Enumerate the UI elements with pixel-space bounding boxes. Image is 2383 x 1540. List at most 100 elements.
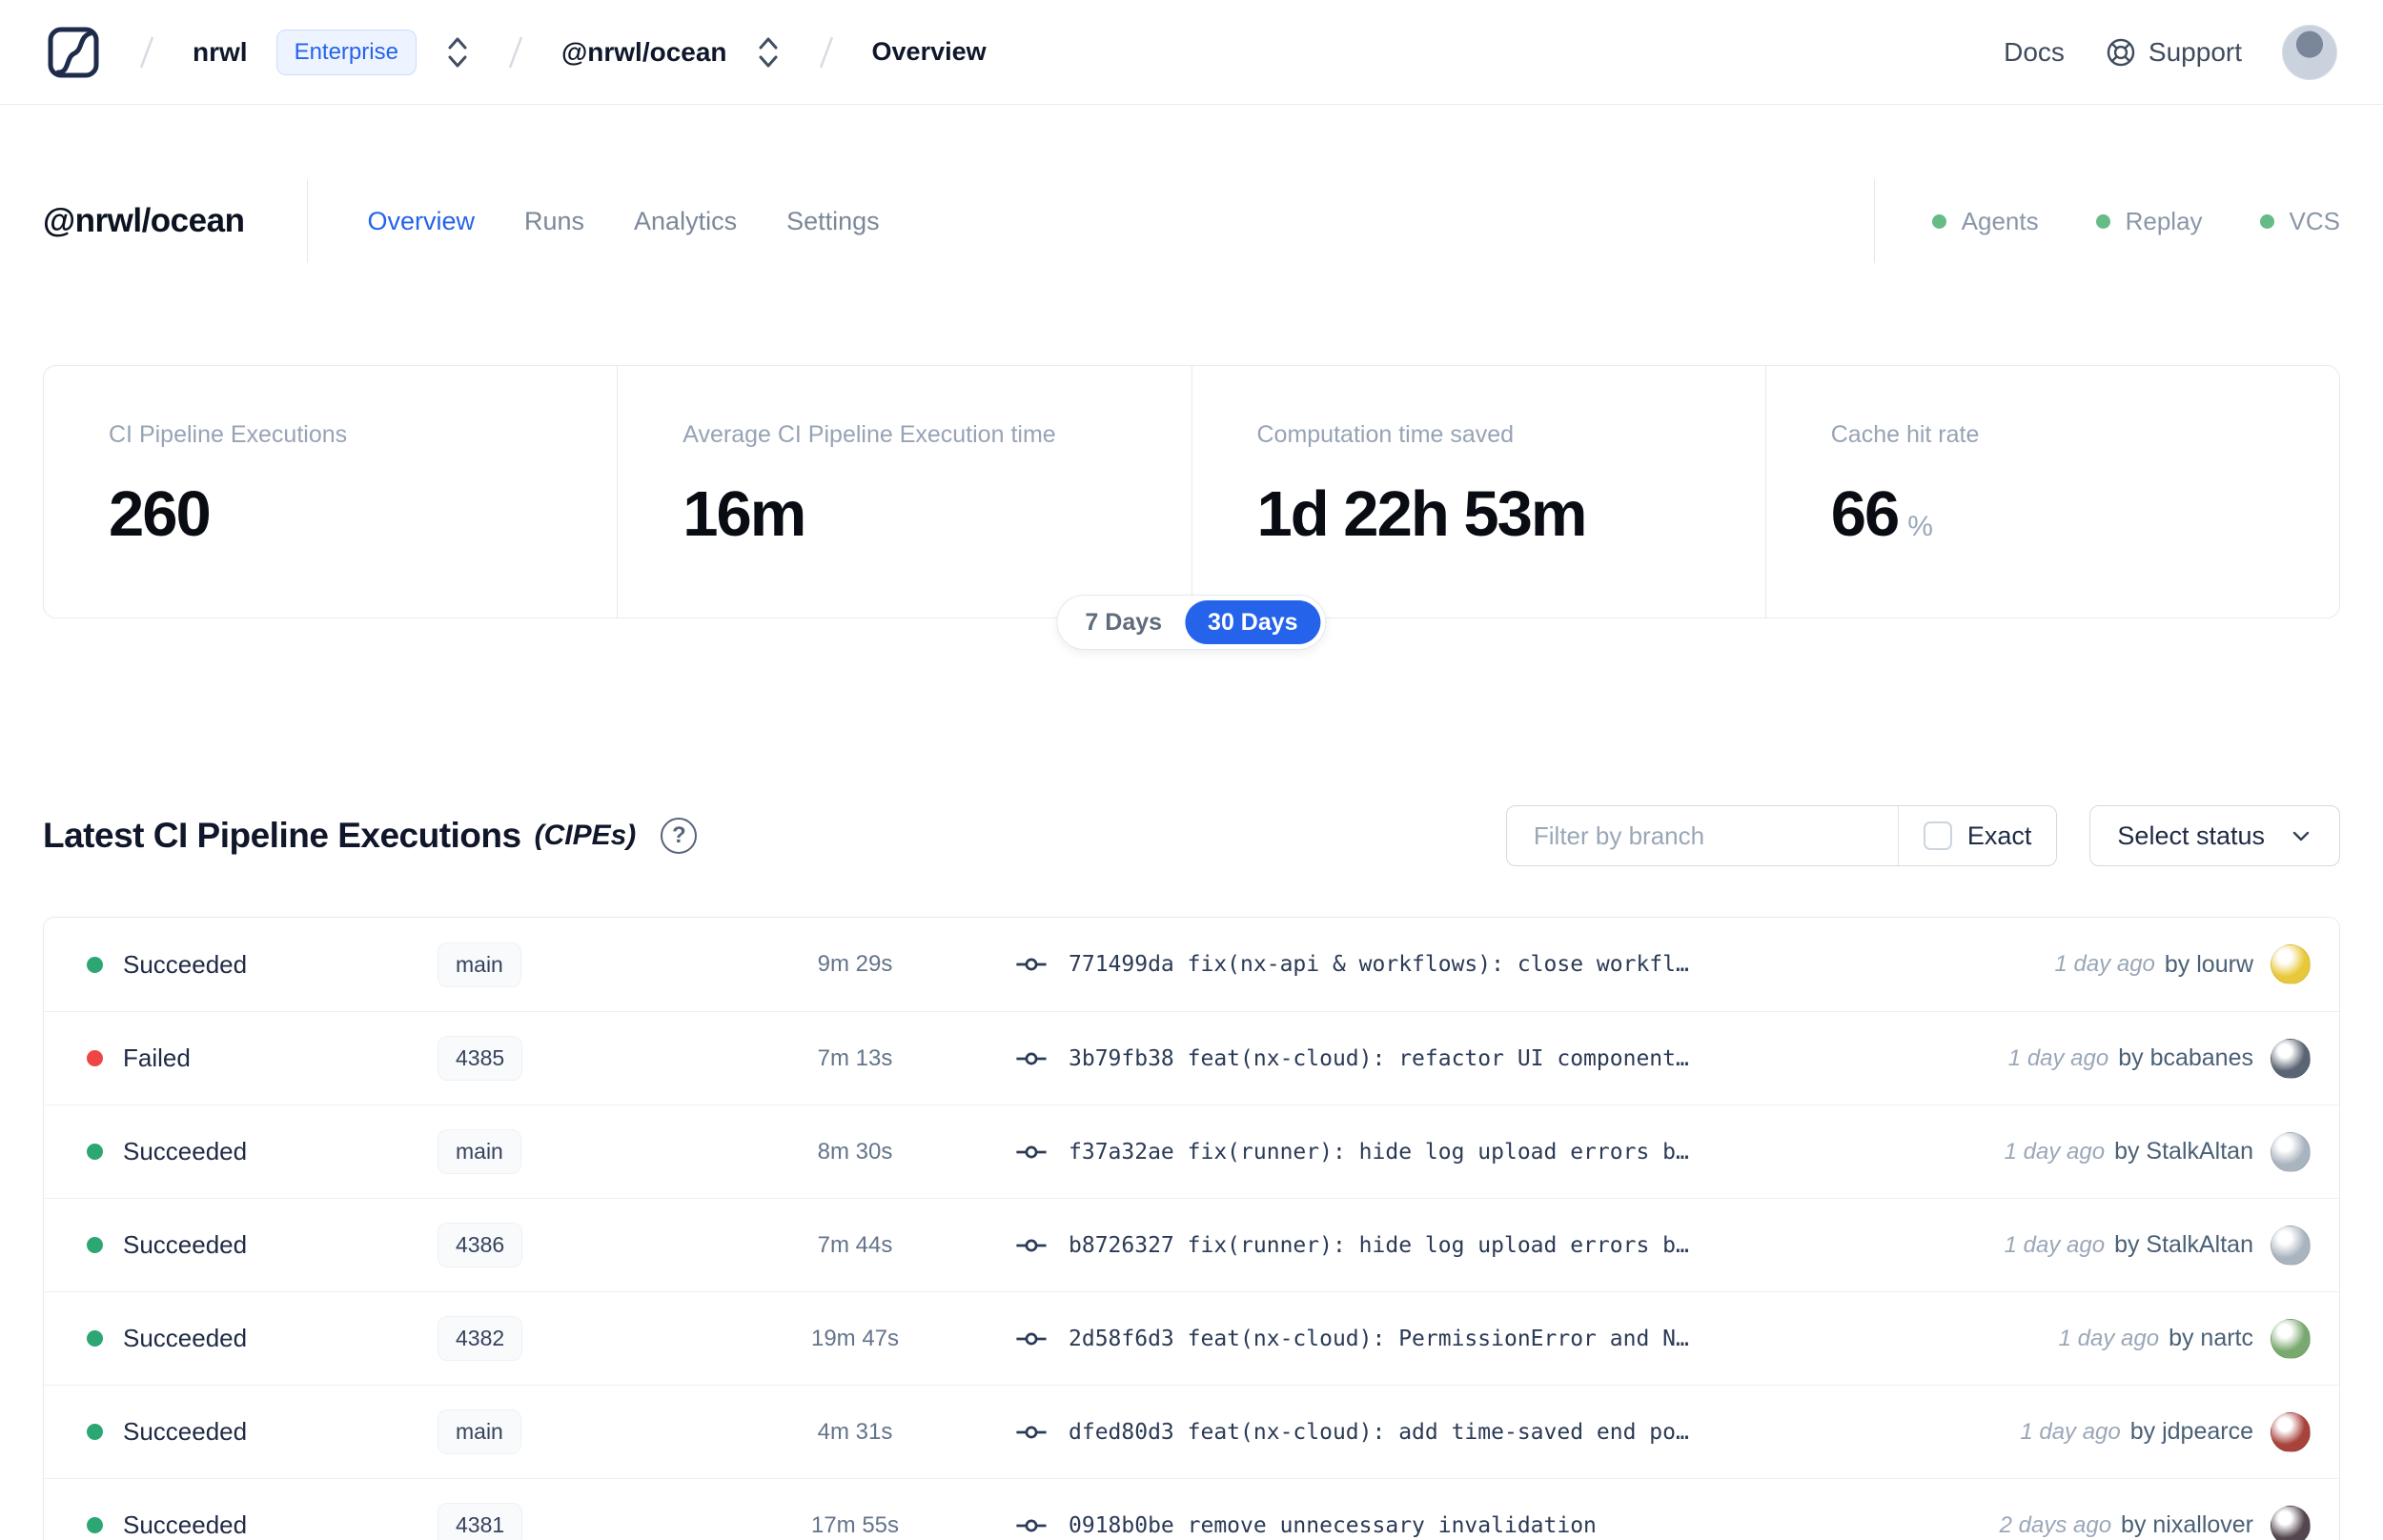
service-replay[interactable]: Replay [2095,207,2203,236]
stat-card-cache-hit-rate: Cache hit rate 66% [1764,366,2339,618]
commit-text: dfed80d3 feat(nx-cloud): add time-saved … [1069,1420,2001,1445]
range-option-7-days[interactable]: 7 Days [1062,600,1185,644]
stat-value: 66% [1830,478,1933,550]
commit-text: 3b79fb38 feat(nx-cloud): refactor UI com… [1069,1046,1989,1071]
branch-badge[interactable]: 4386 [438,1223,523,1267]
row-meta: 1 day ago by lourw [2054,951,2253,979]
branch-badge[interactable]: 4385 [438,1036,523,1081]
status-dot-icon [87,1237,103,1253]
branch-filter-input[interactable] [1506,806,1898,865]
duration-label: 8m 30s [817,1138,893,1165]
breadcrumb-workspace[interactable]: @nrwl/ocean [561,37,727,68]
avatar[interactable] [2271,1038,2311,1079]
duration-label: 7m 44s [817,1231,893,1258]
tab-overview[interactable]: Overview [367,207,475,236]
commit-hash-link[interactable]: 3b79fb38 [1069,1046,1174,1071]
avatar[interactable] [2271,1411,2311,1452]
status-select-dropdown[interactable]: Select status [2089,805,2340,866]
range-option-30-days[interactable]: 30 Days [1185,600,1321,644]
branch-cell: main [438,942,723,987]
avatar[interactable] [2271,944,2311,984]
support-link[interactable]: Support [2105,36,2242,69]
docs-link[interactable]: Docs [2004,37,2065,68]
commit-text: 2d58f6d3 feat(nx-cloud): PermissionError… [1069,1327,2040,1351]
commit-hash-link[interactable]: b8726327 [1069,1233,1174,1258]
avatar[interactable] [2271,1131,2311,1172]
git-commit-icon [1016,1145,1047,1158]
tab-runs[interactable]: Runs [524,207,584,236]
commit-hash-link[interactable]: 0918b0be [1069,1513,1174,1538]
nx-logo-icon[interactable] [46,25,101,80]
author-label: by bcabanes [2118,1044,2253,1071]
duration-label: 19m 47s [810,1325,900,1351]
breadcrumb-slash-icon [139,36,154,68]
tab-settings[interactable]: Settings [786,207,880,236]
commit-text: 0918b0be remove unnecessary invalidation [1069,1513,1981,1538]
stat-label: Cache hit rate [1830,421,1980,448]
table-row[interactable]: Failed 4385 7m 13s 3b79fb38 feat(nx-clou… [44,1011,2339,1104]
service-label: Agents [1961,206,2039,235]
exact-toggle[interactable]: Exact [1899,806,2057,865]
date-range-toggle: 7 Days 30 Days [1056,595,1327,650]
workspace-header: @nrwl/ocean Overview Runs Analytics Sett… [43,177,2340,265]
stat-label: Computation time saved [1256,421,1515,448]
status-dot-icon [87,956,103,973]
help-icon[interactable]: ? [661,818,698,854]
status-label: Succeeded [123,1510,248,1539]
branch-badge[interactable]: main [438,942,521,987]
org-switcher-icon[interactable] [445,33,470,71]
avatar[interactable] [2271,1318,2311,1359]
page: nrwl Enterprise @nrwl/ocean Overview Doc… [0,0,2383,1540]
service-label: VCS [2289,206,2340,235]
enterprise-badge[interactable]: Enterprise [275,29,417,75]
user-avatar[interactable] [2282,24,2337,80]
duration-label: 17m 55s [810,1511,900,1538]
service-agents[interactable]: Agents [1931,206,2039,236]
row-meta: 1 day ago by StalkAltan [2005,1138,2253,1165]
cipe-table-body: Succeeded main 9m 29s 771499da fix(nx-ap… [44,918,2339,1540]
breadcrumb-slash-icon [508,36,523,68]
stat-value: 1d 22h 53m [1256,478,1588,550]
status-select-label: Select status [2117,821,2265,850]
tab-analytics[interactable]: Analytics [634,207,737,236]
git-commit-icon [1016,1519,1047,1531]
commit-hash-link[interactable]: f37a32ae [1069,1140,1174,1165]
exact-checkbox[interactable] [1923,821,1952,850]
avatar[interactable] [2271,1225,2311,1266]
author-label: by nartc [2169,1325,2253,1351]
table-row[interactable]: Succeeded main 8m 30s f37a32ae fix(runne… [44,1104,2339,1198]
commit-hash-link[interactable]: 2d58f6d3 [1069,1327,1174,1351]
row-meta: 1 day ago by jdpearce [2020,1418,2253,1446]
status-dot-icon [2259,213,2274,229]
stat-card-ci-pipeline-executions: CI Pipeline Executions 260 [44,366,617,618]
table-row[interactable]: Succeeded main 9m 29s 771499da fix(nx-ap… [44,918,2339,1011]
time-ago-label: 1 day ago [2058,1325,2160,1351]
git-commit-icon [1016,1052,1047,1064]
table-row[interactable]: Succeeded 4382 19m 47s 2d58f6d3 feat(nx-… [44,1291,2339,1385]
time-ago-label: 1 day ago [2020,1418,2121,1445]
branch-badge[interactable]: 4381 [438,1503,523,1540]
commit-hash-link[interactable]: 771499da [1069,952,1174,977]
table-row[interactable]: Succeeded 4386 7m 44s b8726327 fix(runne… [44,1198,2339,1291]
table-row[interactable]: Succeeded 4381 17m 55s 0918b0be remove u… [44,1478,2339,1540]
workspace-tabs: Overview Runs Analytics Settings [367,207,879,236]
status-label: Succeeded [123,1137,248,1165]
branch-badge[interactable]: 4382 [438,1316,523,1361]
cipe-table: Succeeded main 9m 29s 771499da fix(nx-ap… [43,917,2340,1540]
breadcrumb-org[interactable]: nrwl [193,37,248,68]
branch-filter-group: Exact [1505,805,2058,866]
service-vcs[interactable]: VCS [2259,206,2340,236]
duration-label: 7m 13s [817,1044,893,1071]
status-label: Failed [123,1044,191,1072]
workspace-switcher-icon[interactable] [756,33,781,71]
status-label: Succeeded [123,1417,248,1446]
branch-cell: 4385 [438,1036,723,1081]
commit-hash-link[interactable]: dfed80d3 [1069,1420,1174,1445]
branch-badge[interactable]: main [438,1129,521,1174]
avatar[interactable] [2271,1505,2311,1540]
branch-badge[interactable]: main [438,1409,521,1454]
divider [1873,179,1875,263]
stat-value: 260 [109,478,212,550]
commit-text: 771499da fix(nx-api & workflows): close … [1069,952,2035,977]
table-row[interactable]: Succeeded main 4m 31s dfed80d3 feat(nx-c… [44,1385,2339,1478]
